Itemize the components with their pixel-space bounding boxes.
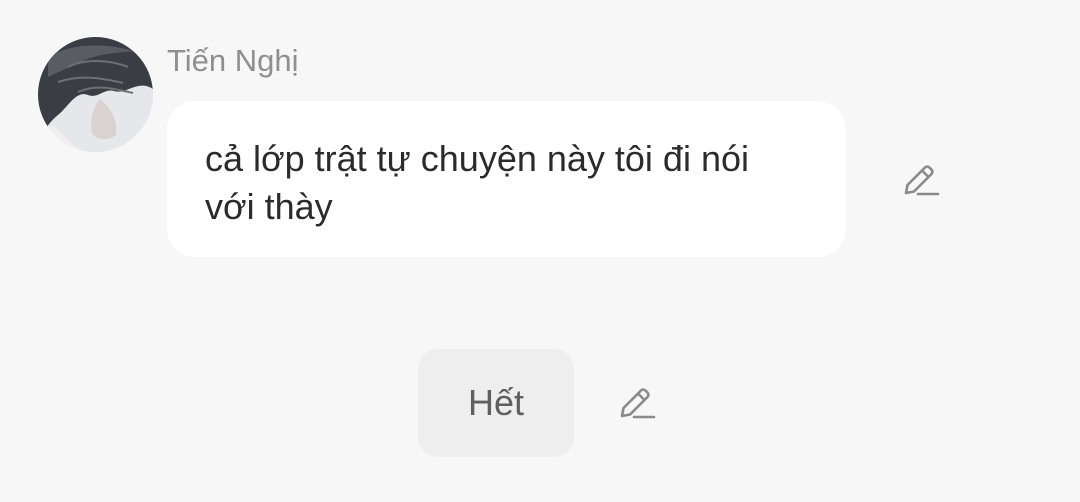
- sender-name: Tiến Nghị: [167, 43, 299, 78]
- pencil-icon: [904, 165, 940, 196]
- edit-ending-button[interactable]: [614, 381, 658, 425]
- pencil-icon: [620, 388, 656, 419]
- avatar[interactable]: [38, 37, 153, 152]
- avatar-photo-icon: [38, 37, 153, 152]
- edit-message-button[interactable]: [898, 158, 942, 202]
- message-bubble[interactable]: cả lớp trật tự chuyện này tôi đi nói với…: [167, 101, 846, 257]
- message-text: cả lớp trật tự chuyện này tôi đi nói với…: [205, 138, 749, 227]
- end-chip[interactable]: Hết: [418, 349, 574, 457]
